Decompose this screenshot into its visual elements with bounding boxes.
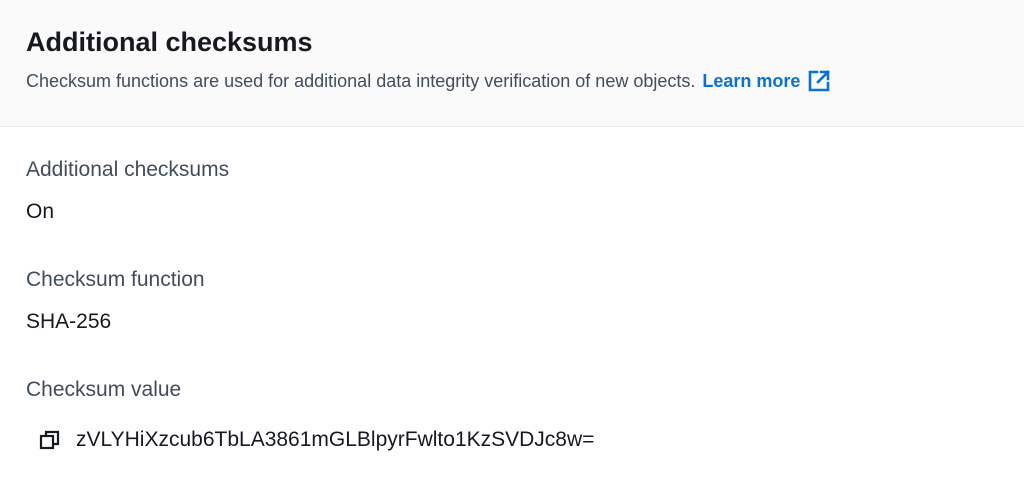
additional-checksums-value: On	[26, 200, 55, 223]
field-checksum-function: Checksum function SHA-256	[26, 267, 205, 335]
learn-more-link[interactable]: Learn more	[702, 69, 831, 93]
external-link-icon	[807, 69, 831, 93]
field-additional-checksums: Additional checksums On	[26, 157, 229, 225]
additional-checksums-panel: Additional checksums Checksum functions …	[0, 0, 1024, 480]
checksum-function-value: SHA-256	[26, 310, 112, 333]
copy-icon[interactable]	[38, 428, 62, 452]
field-checksum-value: Checksum value zVLYHiXzcub6TbLA3861mGLBl…	[26, 377, 594, 453]
checksum-value-row: zVLYHiXzcub6TbLA3861mGLBlpyrFwlto1KzSVDJ…	[38, 427, 594, 453]
checksum-value-text: zVLYHiXzcub6TbLA3861mGLBlpyrFwlto1KzSVDJ…	[76, 428, 595, 451]
checksum-value-label: Checksum value	[26, 378, 182, 401]
checksum-function-label: Checksum function	[26, 268, 205, 291]
panel-description: Checksum functions are used for addition…	[26, 69, 998, 93]
panel-title: Additional checksums	[26, 27, 313, 57]
additional-checksums-label: Additional checksums	[26, 158, 230, 181]
panel-header: Additional checksums Checksum functions …	[0, 0, 1024, 127]
description-text: Checksum functions are used for addition…	[26, 71, 696, 91]
learn-more-label: Learn more	[702, 71, 801, 91]
